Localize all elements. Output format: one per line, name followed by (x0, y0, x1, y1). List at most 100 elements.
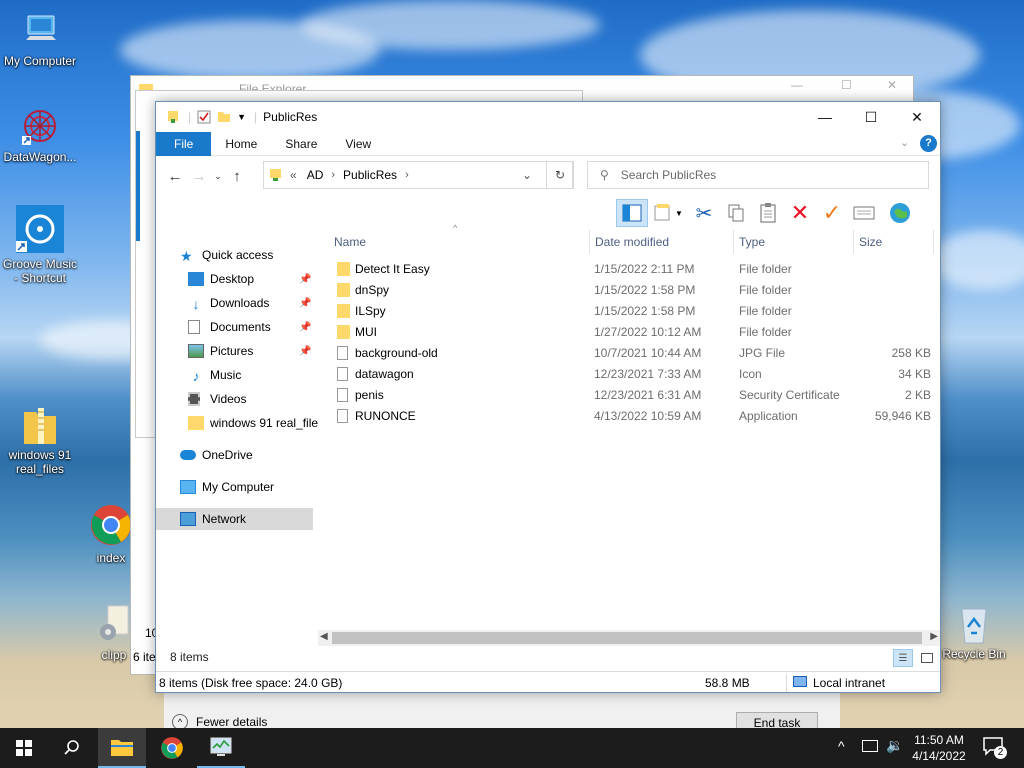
breadcrumb-ad[interactable]: AD (307, 168, 324, 182)
recent-locations-button[interactable]: ⌄ (211, 171, 225, 182)
pin-icon[interactable]: 📌 (299, 322, 311, 333)
gear-file-icon (94, 604, 134, 644)
desktop-icon (188, 272, 204, 286)
new-item-button[interactable]: ▼ (648, 199, 688, 227)
delete-button[interactable]: ✕ (784, 199, 816, 227)
nav-desktop[interactable]: Desktop (188, 268, 254, 290)
intranet-icon (793, 676, 807, 687)
folder-icon (337, 262, 350, 276)
taskbar-file-explorer[interactable] (98, 728, 146, 768)
nav-onedrive[interactable]: OneDrive (180, 444, 253, 466)
notification-badge: 2 (994, 746, 1007, 759)
nav-pictures[interactable]: Pictures (188, 340, 253, 362)
globe-icon (890, 203, 910, 223)
tab-home[interactable]: Home (211, 132, 271, 156)
up-button[interactable]: ↑ (225, 168, 249, 185)
nav-videos[interactable]: Videos (188, 388, 246, 410)
table-row[interactable]: dnSpy 1/15/2022 1:58 PM File folder (331, 280, 931, 301)
tab-share[interactable]: Share (271, 132, 331, 156)
copy-button[interactable] (720, 199, 752, 227)
pin-icon[interactable]: 📌 (299, 274, 311, 285)
table-row[interactable]: Detect It Easy 1/15/2022 2:11 PM File fo… (331, 259, 931, 280)
column-header-name[interactable]: Name (334, 230, 366, 254)
cut-button[interactable]: ✂ (688, 199, 720, 227)
desktop-icon-windows91[interactable]: windows 91 real_files (0, 404, 80, 476)
network-icon (180, 512, 196, 526)
nav-quick-access[interactable]: ★ Quick access (180, 244, 273, 266)
table-row[interactable]: penis 12/23/2021 6:31 AM Security Certif… (331, 385, 931, 406)
pin-icon[interactable]: 📌 (299, 298, 311, 309)
notifications-button[interactable]: 2 (982, 736, 1008, 760)
file-explorer-window[interactable]: | ▼ | PublicRes — ☐ ✕ File Home Share Vi… (155, 101, 941, 693)
horizontal-scrollbar[interactable]: ◀ ▶ (318, 630, 940, 646)
nav-downloads[interactable]: ↓ Downloads (188, 292, 270, 314)
address-bar[interactable]: « AD › PublicRes › ⌄ (263, 161, 573, 189)
scroll-right-icon[interactable]: ▶ (930, 631, 938, 642)
table-row[interactable]: background-old 10/7/2021 10:44 AM JPG Fi… (331, 343, 931, 364)
scroll-left-icon[interactable]: ◀ (320, 631, 328, 642)
large-icons-view-button[interactable] (917, 649, 937, 667)
close-button[interactable]: ✕ (887, 78, 897, 92)
network-tray-icon[interactable] (862, 740, 878, 752)
search-button[interactable] (48, 728, 96, 768)
details-view-button[interactable]: ☰ (893, 649, 913, 667)
quick-access-dropdown-icon[interactable]: ▼ (237, 112, 246, 122)
column-header-type[interactable]: Type (739, 230, 765, 254)
taskbar-task-manager[interactable] (197, 728, 245, 768)
breadcrumb-root[interactable]: « (290, 168, 297, 182)
breadcrumb-publicres[interactable]: PublicRes (343, 168, 397, 182)
folder-icon (337, 325, 350, 339)
properties-button[interactable] (848, 199, 880, 227)
column-header-size[interactable]: Size (859, 230, 882, 254)
table-row[interactable]: MUI 1/27/2022 10:12 AM File folder (331, 322, 931, 343)
address-dropdown-icon[interactable]: ⌄ (522, 168, 532, 182)
checkbox-icon[interactable] (197, 110, 211, 124)
desktop-icon-recycle-bin[interactable]: Recycle Bin (934, 603, 1014, 661)
search-box[interactable]: ⚲ Search PublicRes (587, 161, 929, 189)
desktop-icon-datawagon[interactable]: DataWagon... (0, 106, 80, 164)
nav-windows91[interactable]: windows 91 real_file (188, 412, 318, 434)
taskbar-clock[interactable]: 11:50 AM 4/14/2022 (906, 732, 972, 764)
start-button[interactable] (0, 728, 48, 768)
title-bar[interactable]: | ▼ | PublicRes — ☐ ✕ (156, 102, 940, 132)
maximize-button[interactable]: ☐ (848, 102, 894, 132)
preview-pane-button[interactable] (616, 199, 648, 227)
nav-music[interactable]: ♪ Music (188, 364, 242, 386)
new-folder-icon[interactable] (217, 110, 231, 124)
forward-button[interactable]: → (187, 168, 211, 185)
paste-button[interactable] (752, 199, 784, 227)
pin-icon[interactable]: 📌 (299, 346, 311, 357)
table-row[interactable]: ILSpy 1/15/2022 1:58 PM File folder (331, 301, 931, 322)
search-placeholder: Search PublicRes (620, 168, 717, 182)
taskbar-chrome[interactable] (148, 728, 196, 768)
table-row[interactable]: datawagon 12/23/2021 7:33 AM Icon 34 KB (331, 364, 931, 385)
desktop-icon-my-computer[interactable]: My Computer (0, 10, 80, 68)
tab-view[interactable]: View (331, 132, 385, 156)
nav-network[interactable]: Network (156, 508, 313, 530)
clock-time: 11:50 AM (914, 733, 964, 747)
back-button[interactable]: ← (163, 168, 187, 185)
volume-tray-icon[interactable]: 🔉 (886, 737, 903, 754)
tab-file[interactable]: File (156, 132, 212, 156)
table-row[interactable]: RUNONCE 4/13/2022 10:59 AM Application 5… (331, 406, 931, 427)
rename-button[interactable]: ✓ (816, 199, 848, 227)
music-note-icon: ♪ (192, 368, 200, 384)
show-hidden-icons-button[interactable]: ^ (838, 738, 845, 754)
close-button[interactable]: ✕ (894, 102, 940, 132)
nav-documents[interactable]: Documents (188, 316, 271, 338)
expand-ribbon-icon[interactable]: ⌄ (900, 136, 909, 149)
refresh-button[interactable]: ↻ (546, 161, 574, 189)
column-header-date[interactable]: Date modified (595, 230, 669, 254)
task-manager-window[interactable]: ^ Fewer details End task (164, 690, 840, 734)
item-count-fragment: 6 ite (133, 650, 156, 664)
separator: | (254, 110, 258, 124)
desktop-icon-groove[interactable]: Groove Music - Shortcut (0, 205, 80, 285)
globe-button[interactable] (884, 199, 916, 227)
help-icon[interactable]: ? (920, 135, 937, 152)
nav-my-computer[interactable]: My Computer (180, 476, 274, 498)
search-icon: ⚲ (600, 168, 609, 182)
scrollbar-thumb[interactable] (332, 632, 922, 644)
minimize-button[interactable]: — (802, 102, 848, 132)
maximize-button[interactable]: ☐ (841, 78, 852, 92)
minimize-button[interactable]: — (791, 78, 803, 92)
